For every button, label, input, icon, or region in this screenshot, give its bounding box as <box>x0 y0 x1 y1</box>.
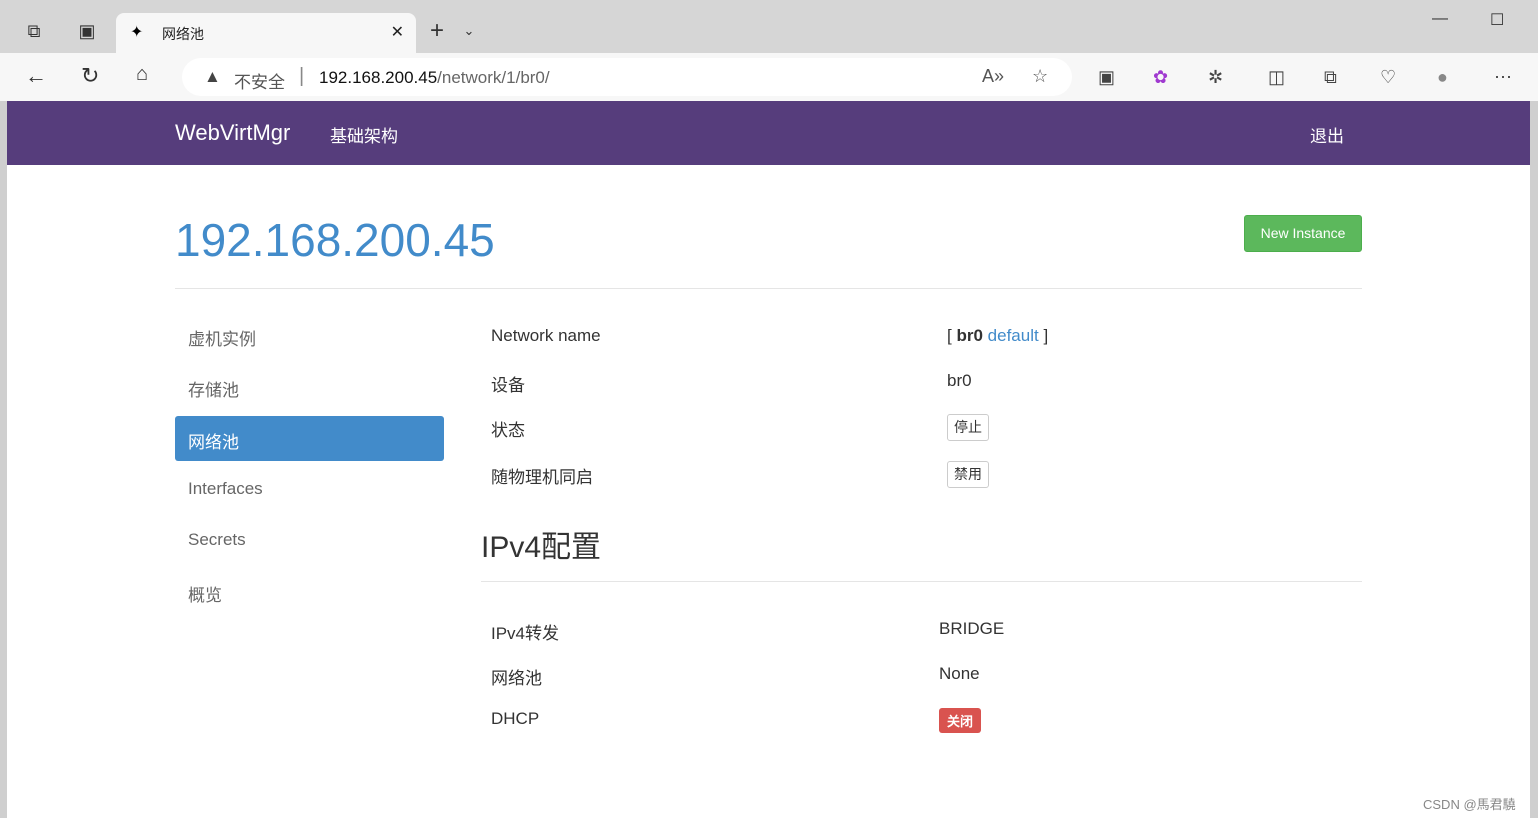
close-tab-icon[interactable]: ✕ <box>391 22 404 42</box>
bracket: ] <box>1043 326 1049 345</box>
ipv4-pool-value: None <box>939 664 980 683</box>
sidebar-item-secrets[interactable]: Secrets <box>175 518 444 563</box>
tab-list-chevron-icon[interactable]: ⌄ <box>458 20 480 42</box>
browser-tab[interactable]: ✦ 网络池 ✕ <box>116 13 416 53</box>
ipv4-section-title: IPv4配置 <box>481 531 602 564</box>
extension-icon[interactable]: ▣ <box>1098 67 1115 88</box>
new-tab-icon[interactable]: + <box>426 19 448 43</box>
sidebar-item-interfaces[interactable]: Interfaces <box>175 467 444 512</box>
ipv4-pool-label: 网络池 <box>491 669 542 688</box>
new-instance-button[interactable]: New Instance <box>1244 215 1362 252</box>
network-name-label: Network name <box>491 326 601 345</box>
sidebar-item-networks[interactable]: 网络池 <box>175 416 444 461</box>
address-bar: ← ↻ ⌂ ▲ 不安全 | 192.168.200.45/network/1/b… <box>0 53 1538 101</box>
top-navbar: WebVirtMgr 基础架构 退出 <box>7 101 1530 165</box>
warning-icon: ▲ <box>204 67 221 86</box>
network-name-value: [ br0 default ] <box>947 326 1048 346</box>
brand-link[interactable]: WebVirtMgr <box>175 120 290 146</box>
bracket: [ <box>947 326 952 345</box>
more-menu-icon[interactable]: ⋯ <box>1494 67 1512 88</box>
default-link[interactable]: default <box>988 326 1039 345</box>
back-icon[interactable]: ← <box>25 63 47 89</box>
tab-title: 网络池 <box>162 26 204 42</box>
stop-button[interactable]: 停止 <box>947 414 989 441</box>
security-label[interactable]: 不安全 <box>234 68 285 93</box>
extensions-icon[interactable]: ✲ <box>1208 67 1223 88</box>
divider <box>175 288 1362 289</box>
profile-avatar-icon[interactable]: ● <box>1437 67 1448 88</box>
minimize-icon[interactable]: — <box>1432 10 1448 28</box>
divider <box>481 581 1362 582</box>
favorite-star-icon[interactable]: ☆ <box>1032 66 1048 87</box>
sidebar-item-overview[interactable]: 概览 <box>175 569 444 614</box>
dhcp-label: DHCP <box>491 709 540 728</box>
device-label: 设备 <box>491 376 525 395</box>
workspaces-icon[interactable]: ⧉ <box>23 20 45 42</box>
copilot-icon[interactable]: ✿ <box>1153 67 1168 88</box>
device-value: br0 <box>947 371 972 390</box>
sidebar-item-storage[interactable]: 存储池 <box>175 364 444 409</box>
url-input[interactable]: ▲ 不安全 | 192.168.200.45/network/1/br0/ A»… <box>182 58 1072 96</box>
network-name: br0 <box>956 326 983 345</box>
autostart-label: 随物理机同启 <box>491 468 593 487</box>
url-host: 192.168.200.45 <box>319 68 438 87</box>
watermark: CSDN @馬君驍 <box>1423 797 1516 812</box>
divider: | <box>299 65 305 87</box>
vertical-tabs-icon[interactable]: ▣ <box>76 20 98 42</box>
ipv4-forward-value: BRIDGE <box>939 619 1005 638</box>
page-content: WebVirtMgr 基础架构 退出 192.168.200.45 New In… <box>7 101 1530 818</box>
performance-icon[interactable]: ♡ <box>1380 67 1396 88</box>
infrastructure-link[interactable]: 基础架构 <box>330 122 398 147</box>
url-text: 192.168.200.45/network/1/br0/ <box>319 68 550 88</box>
favicon-icon: ✦ <box>130 24 144 41</box>
read-aloud-icon[interactable]: A» <box>982 66 1004 87</box>
page-title: 192.168.200.45 <box>175 214 495 266</box>
url-path: /network/1/br0/ <box>437 68 550 87</box>
tab-bar: ⧉ ▣ ✦ 网络池 ✕ + ⌄ — ☐ <box>0 0 1538 53</box>
dhcp-status-badge: 关闭 <box>939 708 982 733</box>
state-label: 状态 <box>491 421 525 440</box>
sidebar-item-instances[interactable]: 虚机实例 <box>175 313 444 358</box>
collections-icon[interactable]: ⧉ <box>1324 67 1337 88</box>
split-screen-icon[interactable]: ◫ <box>1268 67 1285 88</box>
refresh-icon[interactable]: ↻ <box>81 63 99 89</box>
home-icon[interactable]: ⌂ <box>136 63 148 86</box>
ipv4-forward-label: IPv4转发 <box>491 624 560 643</box>
logout-link[interactable]: 退出 <box>1310 122 1344 147</box>
maximize-icon[interactable]: ☐ <box>1490 10 1504 30</box>
disable-autostart-button[interactable]: 禁用 <box>947 461 989 488</box>
